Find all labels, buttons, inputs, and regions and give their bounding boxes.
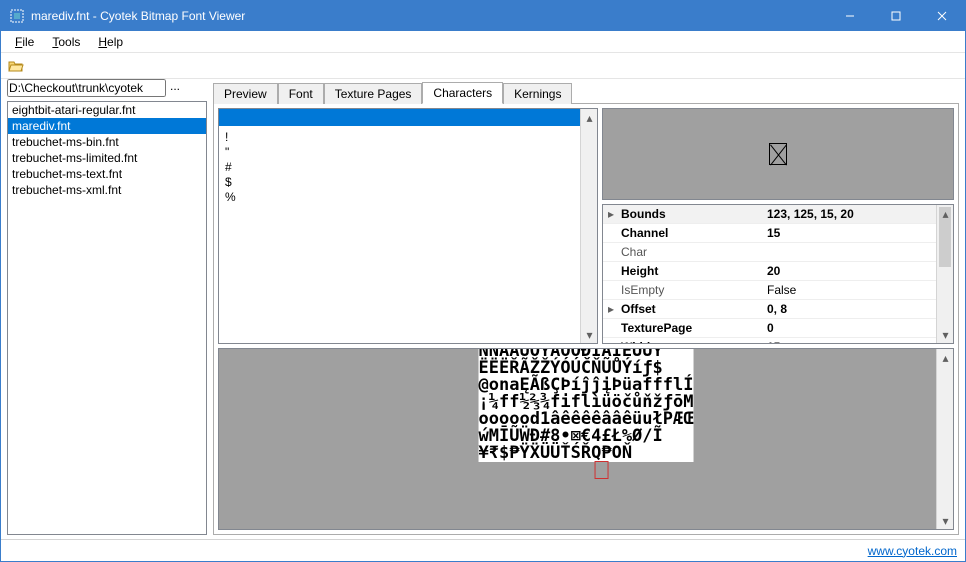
- character-list-item[interactable]: %: [225, 190, 591, 205]
- property-row[interactable]: IsEmptyFalse: [603, 281, 953, 300]
- file-list-item[interactable]: trebuchet-ms-limited.fnt: [8, 150, 206, 166]
- property-key: Offset: [619, 302, 763, 316]
- property-row[interactable]: TexturePage0: [603, 319, 953, 338]
- expand-icon[interactable]: ▸: [603, 302, 619, 316]
- property-value: False: [763, 283, 953, 297]
- property-key: Bounds: [619, 207, 763, 221]
- homepage-link[interactable]: www.cyotek.com: [868, 544, 957, 558]
- property-row[interactable]: Channel15: [603, 224, 953, 243]
- character-list-item[interactable]: ": [225, 145, 591, 160]
- tab-texture-pages[interactable]: Texture Pages: [324, 83, 423, 104]
- open-folder-button[interactable]: [5, 55, 27, 77]
- character-list-item[interactable]: #: [225, 160, 591, 175]
- toolbar: [1, 53, 965, 79]
- scroll-down-icon[interactable]: ▾: [937, 326, 954, 343]
- tabstrip: PreviewFontTexture PagesCharactersKernin…: [213, 79, 959, 103]
- property-value: 20: [763, 264, 953, 278]
- property-key: IsEmpty: [619, 283, 763, 297]
- character-list-item[interactable]: !: [225, 130, 591, 145]
- tab-panel-characters: !"#$% ▴ ▾ ▸Bounds123, 125, 15, 20Channel…: [213, 103, 959, 535]
- file-list[interactable]: eightbit-atari-regular.fntmarediv.fnttre…: [7, 101, 207, 535]
- property-key: TexturePage: [619, 321, 763, 335]
- maximize-button[interactable]: [873, 1, 919, 31]
- property-value: 0: [763, 321, 953, 335]
- scroll-up-icon[interactable]: ▴: [937, 205, 954, 222]
- character-list[interactable]: !"#$% ▴ ▾: [218, 108, 598, 344]
- property-value: 123, 125, 15, 20: [763, 207, 953, 221]
- expand-icon[interactable]: ▸: [603, 207, 619, 221]
- property-row[interactable]: Char: [603, 243, 953, 262]
- property-key: Width: [619, 340, 763, 344]
- file-list-item[interactable]: trebuchet-ms-text.fnt: [8, 166, 206, 182]
- character-list-selected-header[interactable]: [219, 109, 597, 126]
- tab-font[interactable]: Font: [278, 83, 324, 104]
- property-key: Char: [619, 245, 763, 259]
- tab-characters[interactable]: Characters: [422, 82, 503, 104]
- file-list-item[interactable]: trebuchet-ms-xml.fnt: [8, 182, 206, 198]
- property-row[interactable]: ▸Offset0, 8: [603, 300, 953, 319]
- scroll-up-icon[interactable]: ▴: [937, 349, 954, 366]
- window-title: marediv.fnt - Cyotek Bitmap Font Viewer: [31, 9, 827, 23]
- app-icon: [9, 8, 25, 24]
- path-input[interactable]: [7, 79, 166, 97]
- minimize-button[interactable]: [827, 1, 873, 31]
- menu-file[interactable]: File: [7, 33, 42, 51]
- titlebar: marediv.fnt - Cyotek Bitmap Font Viewer: [1, 1, 965, 31]
- property-key: Channel: [619, 226, 763, 240]
- file-list-item[interactable]: trebuchet-ms-bin.fnt: [8, 134, 206, 150]
- missing-glyph-icon: [769, 143, 787, 165]
- selected-glyph-highlight: [595, 461, 609, 479]
- texture-preview[interactable]: NNÄÄÚÒŸÁÓÖÐÏÄÍËÜÙÝ ËËËŘÃŽŽÝÓÚČŇŨŮÝíƒ$ @o…: [218, 348, 954, 530]
- scroll-up-icon[interactable]: ▴: [581, 109, 598, 126]
- scrollbar[interactable]: ▴ ▾: [936, 349, 953, 529]
- menubar: File Tools Help: [1, 31, 965, 53]
- property-value: 15: [763, 340, 953, 344]
- file-list-item[interactable]: marediv.fnt: [8, 118, 206, 134]
- tab-kernings[interactable]: Kernings: [503, 83, 572, 104]
- property-row[interactable]: ▸Bounds123, 125, 15, 20: [603, 205, 953, 224]
- property-key: Height: [619, 264, 763, 278]
- property-row[interactable]: Height20: [603, 262, 953, 281]
- menu-help[interactable]: Help: [90, 33, 131, 51]
- browse-button[interactable]: ...: [170, 79, 180, 97]
- property-value: 0, 8: [763, 302, 953, 316]
- close-button[interactable]: [919, 1, 965, 31]
- file-list-item[interactable]: eightbit-atari-regular.fnt: [8, 102, 206, 118]
- texture-bitmap: NNÄÄÚÒŸÁÓÖÐÏÄÍËÜÙÝ ËËËŘÃŽŽÝÓÚČŇŨŮÝíƒ$ @o…: [479, 348, 694, 462]
- tab-preview[interactable]: Preview: [213, 83, 278, 104]
- property-grid[interactable]: ▸Bounds123, 125, 15, 20Channel15CharHeig…: [602, 204, 954, 344]
- glyph-preview: [602, 108, 954, 200]
- scrollbar[interactable]: ▴ ▾: [580, 109, 597, 343]
- property-row[interactable]: Width15: [603, 338, 953, 344]
- menu-tools[interactable]: Tools: [44, 33, 88, 51]
- statusbar: www.cyotek.com: [1, 539, 965, 561]
- scroll-down-icon[interactable]: ▾: [937, 512, 954, 529]
- character-list-item[interactable]: $: [225, 175, 591, 190]
- property-value: 15: [763, 226, 953, 240]
- folder-open-icon: [8, 58, 24, 74]
- scrollbar[interactable]: ▴ ▾: [936, 205, 953, 343]
- scroll-down-icon[interactable]: ▾: [581, 326, 598, 343]
